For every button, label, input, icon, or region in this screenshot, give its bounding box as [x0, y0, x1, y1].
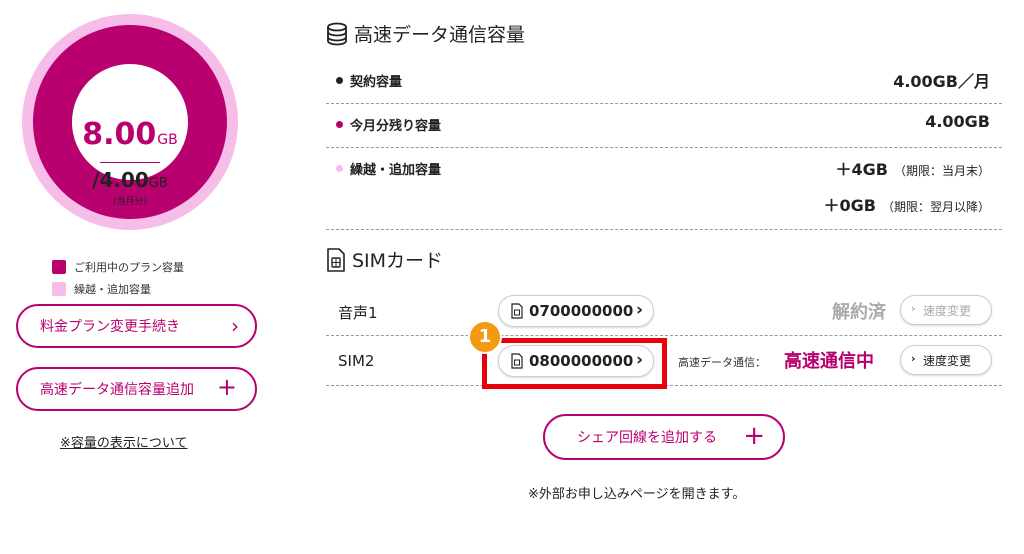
row-label: 今月分残り容量 — [350, 119, 442, 134]
legend-label: ご利用中のプラン容量 — [74, 261, 184, 274]
chevron-right-icon: › — [911, 302, 916, 315]
chevron-right-icon: › — [911, 352, 916, 365]
button-label: 高速データ通信容量追加 — [40, 382, 194, 398]
sim-number-button[interactable]: 0700000000 › — [498, 295, 654, 327]
external-page-note: ※外部お申し込みページを開きます。 — [528, 487, 746, 502]
bullet-icon — [336, 165, 343, 172]
donut-labels: 残り 高速データ通信容量 8.00GB /4.00GB (当月分) — [22, 14, 238, 230]
total-value: /4.00GB — [92, 168, 168, 192]
next-month-capacity-row: ＋0GB （期限：翌月以降） — [326, 184, 1002, 230]
legend-label: 繰越・追加容量 — [74, 283, 151, 296]
sim-status-badge: 解約済 — [832, 302, 886, 323]
phone-number: 0700000000 — [529, 302, 634, 320]
chevron-right-icon: › — [231, 314, 239, 338]
sim-card-icon — [511, 303, 523, 319]
row-value: ＋0GB （期限：翌月以降） — [823, 196, 990, 215]
status-label: 高速データ通信： — [678, 356, 766, 369]
row-label: 繰越・追加容量 — [350, 163, 442, 178]
row-value: 4.00GB — [925, 112, 990, 131]
button-label: 速度変更 — [923, 303, 972, 318]
remaining-type-label: 高速データ通信容量 — [80, 95, 180, 108]
add-share-line-button[interactable]: シェア回線を追加する + — [543, 414, 785, 460]
legend-swatch — [52, 282, 66, 296]
sim-card-icon — [327, 247, 345, 272]
add-capacity-button[interactable]: 高速データ通信容量追加 + — [16, 367, 257, 411]
sim-row-voice1: 音声1 0700000000 › 解約済 › 速度変更 — [326, 286, 1002, 336]
speed-change-button[interactable]: › 速度変更 — [900, 345, 992, 375]
usage-legend: ご利用中のプラン容量 繰越・追加容量 — [52, 256, 184, 300]
plus-icon: + — [216, 373, 237, 401]
annotation-step-marker: 1 — [468, 320, 502, 354]
remaining-value: 8.00GB — [82, 117, 178, 152]
row-value: ＋4GB （期限：当月末） — [835, 160, 990, 179]
remaining-label: 残り — [119, 77, 141, 90]
sim-name: 音声1 — [338, 304, 378, 322]
legend-swatch — [52, 260, 66, 274]
row-label: 契約容量 — [350, 75, 403, 90]
section-title-text: 高速データ通信容量 — [354, 24, 526, 46]
bullet-icon — [336, 121, 343, 128]
plan-change-button[interactable]: 料金プラン変更手続き › — [16, 304, 257, 348]
legend-item-plan: ご利用中のプラン容量 — [52, 256, 184, 278]
button-label: 料金プラン変更手続き — [40, 319, 180, 335]
chevron-right-icon: › — [635, 300, 643, 320]
capacity-display-info-link[interactable]: ※容量の表示について — [60, 432, 188, 451]
contract-capacity-row: 契約容量 4.00GB／月 — [326, 60, 1002, 104]
button-label: 速度変更 — [923, 353, 972, 368]
sim-status-badge: 高速通信中 — [784, 351, 874, 372]
data-capacity-section-title: 高速データ通信容量 — [326, 20, 525, 47]
database-icon — [327, 22, 347, 45]
donut-divider — [100, 162, 160, 163]
remaining-capacity-row: 今月分残り容量 4.00GB — [326, 104, 1002, 148]
legend-item-carry: 繰越・追加容量 — [52, 278, 184, 300]
plus-icon: + — [743, 421, 765, 451]
section-title-text: SIMカード — [352, 250, 444, 272]
button-label: シェア回線を追加する — [577, 430, 717, 446]
sim-name: SIM2 — [338, 352, 375, 370]
period-label: (当月分) — [112, 197, 148, 207]
bullet-icon — [336, 77, 343, 84]
speed-change-button[interactable]: › 速度変更 — [900, 295, 992, 325]
annotation-highlight-box — [482, 338, 667, 389]
row-value: 4.00GB／月 — [893, 72, 990, 91]
sim-section-title: SIMカード — [326, 246, 443, 273]
